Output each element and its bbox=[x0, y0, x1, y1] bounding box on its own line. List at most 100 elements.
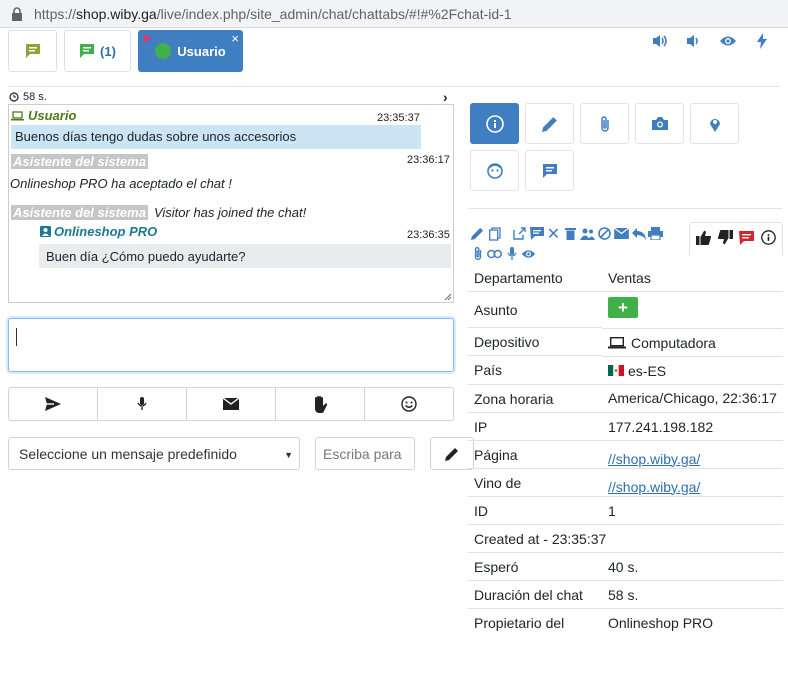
table-row: Zona horaria America/Chicago, 22:36:17 bbox=[468, 383, 783, 412]
block-icon[interactable] bbox=[597, 226, 612, 241]
message-author: Onlineshop PRO bbox=[40, 224, 157, 239]
paperclip-icon[interactable] bbox=[470, 246, 485, 261]
info-key: IP bbox=[468, 411, 602, 440]
info-icon[interactable] bbox=[760, 230, 776, 248]
message-text: Buen día ¿Cómo puedo ayudarte? bbox=[39, 244, 451, 268]
close-icon[interactable]: ✕ bbox=[546, 226, 561, 243]
info-key: Depositivo bbox=[468, 327, 602, 356]
copy-icon[interactable] bbox=[487, 226, 502, 241]
page-link[interactable]: //shop.wiby.ga/ bbox=[608, 451, 700, 467]
tab-usuario[interactable]: Usuario × bbox=[138, 30, 243, 72]
trash-icon[interactable] bbox=[563, 226, 578, 241]
email-button[interactable] bbox=[187, 388, 276, 420]
rating-box bbox=[689, 222, 783, 255]
comments-icon[interactable] bbox=[529, 226, 544, 241]
info-key: Página bbox=[468, 439, 602, 468]
info-key: Zona horaria bbox=[468, 383, 602, 412]
info-key: Created at - 23:35:37 bbox=[468, 523, 783, 552]
lock-icon bbox=[12, 7, 22, 21]
chat-info-table: Departamento Ventas Asunto + Depositivo … bbox=[468, 264, 783, 636]
mic-icon bbox=[137, 397, 147, 410]
print-icon[interactable] bbox=[648, 226, 663, 241]
send-icon bbox=[45, 397, 61, 411]
table-row: Vino de //shop.wiby.ga/ bbox=[468, 467, 783, 496]
user-status-icon bbox=[155, 43, 172, 59]
messages-button[interactable] bbox=[525, 150, 574, 191]
hand-button[interactable] bbox=[276, 388, 365, 420]
divider bbox=[468, 208, 782, 209]
info-icon bbox=[485, 114, 504, 133]
info-key: Duración del chat bbox=[468, 579, 602, 608]
eye-icon[interactable] bbox=[718, 32, 738, 50]
message-text: Visitor has joined the chat! bbox=[153, 205, 307, 220]
message-input[interactable] bbox=[8, 318, 454, 372]
info-value: 1 bbox=[602, 495, 783, 524]
users-icon[interactable] bbox=[580, 226, 595, 241]
message-author: Asistente del sistema bbox=[11, 154, 148, 169]
attachments-button[interactable] bbox=[580, 103, 629, 144]
pencil-icon bbox=[445, 447, 458, 461]
table-row: Asunto + bbox=[468, 291, 783, 328]
subject-icon[interactable] bbox=[739, 230, 755, 248]
referrer-link[interactable]: //shop.wiby.ga/ bbox=[608, 479, 700, 495]
voice-button[interactable] bbox=[98, 388, 187, 420]
hand-icon bbox=[315, 396, 328, 413]
chat-messages[interactable]: Usuario 23:35:37 Buenos días tengo dudas… bbox=[8, 104, 454, 303]
divider bbox=[8, 86, 780, 87]
table-row: Depositivo Computadora bbox=[468, 327, 783, 356]
address-bar[interactable]: https://shop.wiby.ga/live/index.php/site… bbox=[0, 0, 788, 28]
info-key: Vino de bbox=[468, 467, 602, 496]
location-button[interactable] bbox=[690, 103, 739, 144]
link-icon[interactable] bbox=[487, 246, 502, 261]
add-subject-button[interactable]: + bbox=[608, 297, 638, 318]
edit-notes-button[interactable] bbox=[525, 103, 574, 144]
screenshot-button[interactable] bbox=[635, 103, 684, 144]
tab-active-chats[interactable]: (1) bbox=[64, 30, 131, 72]
close-icon[interactable]: × bbox=[231, 31, 239, 46]
paperclip-icon bbox=[600, 115, 609, 132]
info-button[interactable] bbox=[470, 103, 519, 144]
table-row: País es-ES bbox=[468, 355, 783, 384]
pencil-icon[interactable] bbox=[470, 226, 485, 241]
send-button[interactable] bbox=[9, 388, 98, 420]
search-predefined-input[interactable]: Escriba para bbox=[315, 437, 415, 470]
volume-icon[interactable] bbox=[650, 32, 670, 50]
flash-icon[interactable] bbox=[752, 32, 772, 50]
mexico-flag-icon bbox=[608, 365, 624, 376]
chevron-right-icon[interactable]: › bbox=[443, 89, 448, 105]
message-time: 23:36:17 bbox=[407, 154, 450, 166]
operator-icon bbox=[40, 226, 51, 237]
message-author: Asistente del sistema bbox=[11, 205, 148, 220]
info-value: Computadora bbox=[631, 334, 716, 351]
emoji-button[interactable] bbox=[365, 388, 453, 420]
pencil-icon bbox=[541, 116, 557, 132]
mic-icon[interactable] bbox=[504, 246, 519, 261]
envelope-icon[interactable] bbox=[614, 226, 629, 241]
clock-icon bbox=[9, 92, 19, 102]
resize-handle-icon[interactable] bbox=[444, 293, 452, 301]
table-row: Duración del chat 58 s. bbox=[468, 579, 783, 608]
message-author: Usuario bbox=[11, 108, 76, 123]
laptop-icon bbox=[608, 336, 626, 348]
info-value: 40 s. bbox=[602, 551, 783, 580]
laptop-icon bbox=[11, 110, 24, 120]
chat-toolbar-row2 bbox=[470, 246, 536, 261]
reply-icon[interactable] bbox=[631, 226, 646, 241]
external-link-icon[interactable] bbox=[512, 226, 527, 241]
thumbs-up-icon[interactable] bbox=[696, 230, 712, 248]
eye-icon[interactable] bbox=[521, 246, 536, 261]
table-row: Propietario del Onlineshop PRO bbox=[468, 607, 783, 636]
info-key: País bbox=[468, 355, 602, 384]
tab-chats[interactable] bbox=[8, 30, 57, 72]
table-row: Created at - 23:35:37 bbox=[468, 523, 783, 552]
volume-low-icon[interactable] bbox=[684, 32, 704, 50]
chat-icon bbox=[80, 44, 95, 58]
message-time: 23:36:35 bbox=[407, 229, 450, 241]
visitor-button[interactable] bbox=[470, 150, 519, 191]
info-value: es-ES bbox=[628, 362, 667, 379]
tab-label: Usuario bbox=[177, 43, 226, 59]
predefined-message-select[interactable]: Seleccione un mensaje predefinido ▼ bbox=[8, 437, 300, 470]
table-row: ID 1 bbox=[468, 495, 783, 524]
thumbs-down-icon[interactable] bbox=[717, 230, 733, 248]
flag-icon bbox=[142, 34, 152, 43]
